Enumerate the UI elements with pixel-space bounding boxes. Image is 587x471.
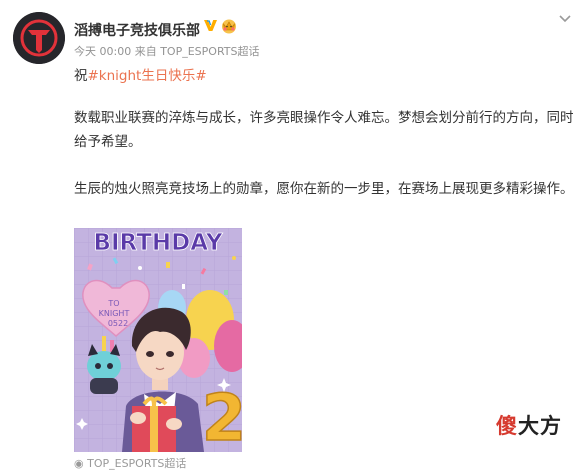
watermark: 傻大方 <box>496 410 562 440</box>
heart-text-1: TO <box>107 299 119 308</box>
super-topic-link[interactable]: ◉ TOP_ESPORTS超话 <box>74 455 186 471</box>
post-source-link[interactable]: TOP_ESPORTS超话 <box>160 45 259 58</box>
post-meta: 今天 00:00 来自 TOP_ESPORTS超话 <box>74 43 259 59</box>
super-topic-icon: ◉ <box>74 457 88 470</box>
big-number: 2 <box>202 382 242 452</box>
chevron-down-icon[interactable] <box>558 14 572 24</box>
post-paragraph-2: 生辰的烛火照亮竞技场上的勋章，愿你在新的一步里，在赛场上展现更多精彩操作。 <box>74 181 574 197</box>
post-image[interactable]: BIRTHDAY TO KNIGHT 0522 2 <box>74 228 242 452</box>
birthday-illustration: BIRTHDAY TO KNIGHT 0522 2 <box>74 228 242 452</box>
hashtag-link[interactable]: #knight生日快乐# <box>88 68 207 84</box>
author-avatar[interactable] <box>13 12 65 64</box>
post-from-label: 来自 <box>134 45 157 58</box>
watermark-part2: 大方 <box>518 414 562 438</box>
post-first-line: 祝#knight生日快乐# <box>74 64 207 84</box>
verified-v-icon <box>202 17 219 34</box>
team-logo-icon <box>13 12 65 64</box>
wish-prefix: 祝 <box>74 68 88 84</box>
heart-text-3: 0522 <box>108 319 128 328</box>
heart-text-2: KNIGHT <box>99 309 130 318</box>
author-name[interactable]: 滔搏电子竞技俱乐部 <box>74 20 200 40</box>
banner-text: BIRTHDAY <box>93 230 222 256</box>
super-topic-label: TOP_ESPORTS超话 <box>87 457 187 470</box>
post-paragraph-1: 数载职业联赛的淬炼与成长，许多亮眼操作令人难忘。梦想会划分前行的方向，同时给予希… <box>74 110 574 150</box>
crown-badge-icon[interactable] <box>220 17 238 34</box>
watermark-part1: 傻 <box>496 414 518 438</box>
post-time[interactable]: 今天 00:00 <box>74 45 131 58</box>
